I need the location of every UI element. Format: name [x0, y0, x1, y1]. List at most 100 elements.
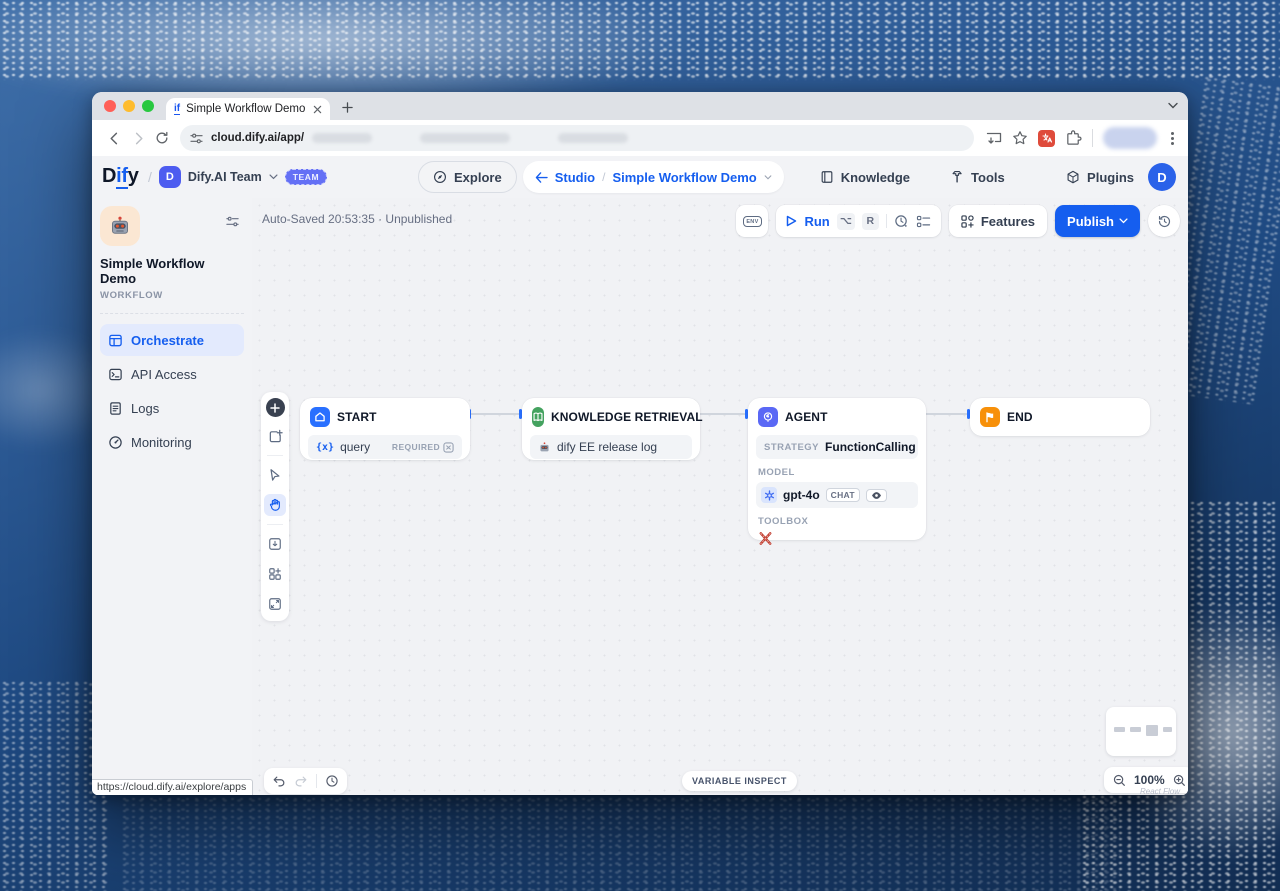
minimap[interactable]: [1106, 707, 1176, 756]
model-visibility-icon: [866, 489, 887, 502]
browser-menu-icon[interactable]: [1171, 137, 1174, 140]
traffic-light-zoom[interactable]: [142, 100, 154, 112]
sidebar-item-logs[interactable]: Logs: [100, 392, 244, 424]
breadcrumb-studio[interactable]: Studio: [555, 170, 595, 185]
env-button[interactable]: ENV: [736, 205, 768, 237]
logo-letter: y: [128, 165, 139, 187]
run-history-icon[interactable]: [894, 214, 909, 229]
history-icon: [1157, 214, 1172, 229]
undo-icon[interactable]: [272, 775, 286, 788]
version-history-button[interactable]: [1148, 205, 1180, 237]
workspace-avatar[interactable]: D: [159, 166, 181, 188]
add-node-icon[interactable]: [266, 398, 285, 417]
site-settings-icon[interactable]: [190, 132, 203, 145]
reload-icon[interactable]: [150, 126, 174, 150]
minimap-node: [1130, 727, 1141, 732]
node-knowledge-retrieval[interactable]: KNOWLEDGE RETRIEVAL dify EE release log: [522, 398, 700, 460]
workspace-name[interactable]: Dify.AI Team: [188, 170, 262, 184]
chevron-down-icon[interactable]: [269, 174, 278, 180]
sidebar-item-api-access[interactable]: API Access: [100, 358, 244, 390]
checklist-icon[interactable]: [916, 215, 931, 228]
header-slash: /: [148, 169, 152, 185]
canvas-toolbar: ENV Run ⌥ R Features Publish: [736, 205, 1180, 237]
shortcut-mod-key: ⌥: [837, 213, 855, 230]
publish-button[interactable]: Publish: [1055, 205, 1140, 237]
pointer-mode-icon[interactable]: [264, 464, 286, 486]
run-button[interactable]: Run: [804, 214, 829, 229]
desktop: { "colors": { "accent_blue": "#155eef", …: [0, 0, 1280, 891]
book-icon: [820, 170, 834, 184]
browser-toolbar: cloud.dify.ai/app/: [92, 120, 1188, 156]
chevron-down-icon[interactable]: [764, 175, 772, 180]
node-title: END: [1007, 410, 1033, 424]
fit-view-icon[interactable]: [264, 593, 286, 615]
new-tab-icon[interactable]: [342, 102, 353, 113]
nav-plugins[interactable]: Plugins: [1066, 170, 1134, 185]
add-note-icon[interactable]: [264, 425, 286, 447]
sidebar-item-orchestrate[interactable]: Orchestrate: [100, 324, 244, 356]
tool-panel-divider: [267, 455, 283, 456]
eye-icon: [871, 491, 882, 500]
team-badge: TEAM: [285, 169, 327, 185]
sidebar-app-title: Simple Workflow Demo: [100, 256, 244, 286]
agent-node-icon: [758, 407, 778, 427]
explore-button[interactable]: Explore: [418, 161, 517, 193]
variable-icon: {x}: [316, 442, 334, 453]
back-icon[interactable]: [102, 126, 126, 150]
nav-knowledge[interactable]: Knowledge: [808, 161, 922, 193]
variable-inspect-button[interactable]: VARIABLE INSPECT: [682, 771, 797, 791]
play-icon[interactable]: [786, 215, 797, 227]
bookmark-star-icon[interactable]: [1012, 130, 1028, 146]
extension-icon[interactable]: [1038, 130, 1055, 147]
chat-badge: CHAT: [826, 488, 860, 502]
sidebar-item-label: Monitoring: [131, 435, 192, 450]
edge-agent-end: [926, 413, 970, 415]
change-history-icon[interactable]: [325, 774, 339, 788]
redacted-url-segment: [312, 133, 372, 143]
forward-icon[interactable]: [126, 126, 150, 150]
user-avatar[interactable]: D: [1148, 163, 1176, 191]
install-app-icon[interactable]: [986, 130, 1002, 146]
zoom-level[interactable]: 100%: [1134, 773, 1165, 787]
export-image-icon[interactable]: [264, 533, 286, 555]
node-end[interactable]: END: [970, 398, 1150, 436]
search-tabs-icon[interactable]: [1168, 102, 1178, 110]
sidebar-app-type: WORKFLOW: [100, 290, 244, 301]
node-agent[interactable]: AGENT STRATEGY FunctionCalling MODEL gpt…: [748, 398, 926, 540]
browser-tab[interactable]: if Simple Workflow Demo - Dify: [166, 98, 330, 120]
address-bar[interactable]: cloud.dify.ai/app/: [180, 125, 974, 151]
features-button[interactable]: Features: [949, 205, 1047, 237]
nav-tools[interactable]: Tools: [938, 161, 1017, 193]
publish-label: Publish: [1067, 214, 1114, 229]
sidebar-divider: [100, 313, 244, 314]
toolbar-divider: [316, 774, 317, 788]
node-start[interactable]: START {x} query REQUIRED: [300, 398, 470, 460]
hand-mode-icon[interactable]: [264, 494, 286, 516]
openai-model-icon: [761, 487, 777, 503]
url-text: cloud.dify.ai/app/: [211, 132, 304, 144]
zoom-in-icon[interactable]: [1173, 774, 1186, 787]
dify-logo[interactable]: Dify: [102, 165, 139, 188]
back-arrow-icon[interactable]: [535, 172, 548, 183]
tab-title: Simple Workflow Demo - Dify: [186, 103, 307, 115]
app-icon[interactable]: [100, 206, 140, 246]
cube-icon: [1066, 170, 1080, 185]
minimap-node: [1114, 727, 1125, 732]
traffic-light-close[interactable]: [104, 100, 116, 112]
studio-breadcrumb: Studio / Simple Workflow Demo: [523, 161, 784, 193]
extensions-puzzle-icon[interactable]: [1065, 130, 1082, 147]
sidebar-item-label: Orchestrate: [131, 333, 204, 348]
traffic-light-minimize[interactable]: [123, 100, 135, 112]
undo-redo-panel: [264, 768, 347, 794]
zoom-out-icon[interactable]: [1113, 774, 1126, 787]
sidebar-item-monitoring[interactable]: Monitoring: [100, 426, 244, 458]
breadcrumb-app-name[interactable]: Simple Workflow Demo: [612, 170, 756, 185]
browser-window: if Simple Workflow Demo - Dify cloud.dif…: [92, 92, 1188, 795]
profile-chip[interactable]: [1103, 127, 1157, 149]
toolbox-tool-icon[interactable]: [758, 531, 773, 546]
redo-icon[interactable]: [294, 775, 308, 788]
workflow-canvas[interactable]: Auto-Saved 20:53:35 · Unpublished ENV Ru…: [252, 198, 1188, 795]
organize-blocks-icon[interactable]: [264, 563, 286, 585]
app-settings-icon[interactable]: [225, 214, 240, 229]
tab-close-icon[interactable]: [313, 105, 322, 114]
